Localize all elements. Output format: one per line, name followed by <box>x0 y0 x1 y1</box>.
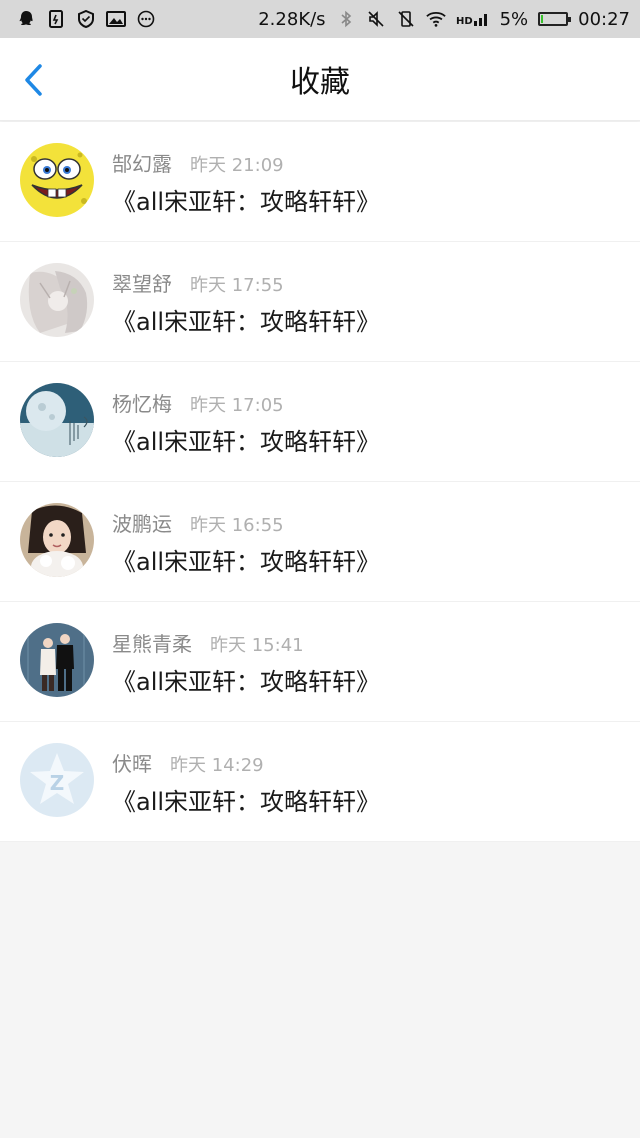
svg-text:HD: HD <box>456 16 473 27</box>
item-title: 《all宋亚轩：攻略轩轩》 <box>112 308 381 336</box>
item-meta: 波鹏运 昨天 16:55 <box>112 508 284 537</box>
spongebob-avatar <box>20 143 94 217</box>
item-time: 昨天 14:29 <box>170 755 264 776</box>
item-time: 昨天 15:41 <box>210 635 304 656</box>
item-title: 《all宋亚轩：攻略轩轩》 <box>112 668 381 696</box>
list-item[interactable]: Z 伏晖 昨天 14:29 《all宋亚轩：攻略轩轩》 <box>0 722 640 842</box>
item-title: 《all宋亚轩：攻略轩轩》 <box>112 788 381 816</box>
network-speed: 2.28K/s <box>258 8 326 30</box>
list-item[interactable]: 波鹏运 昨天 16:55 《all宋亚轩：攻略轩轩》 <box>0 482 640 602</box>
sim-card-icon <box>46 9 66 29</box>
item-meta: 伏晖 昨天 14:29 <box>112 748 264 777</box>
qq-icon <box>16 9 36 29</box>
item-meta: 翠望舒 昨天 17:55 <box>112 268 284 297</box>
anime-avatar <box>20 263 94 337</box>
mute-icon <box>366 9 386 29</box>
item-time: 昨天 17:55 <box>190 275 284 296</box>
svg-text:Z: Z <box>50 771 65 795</box>
item-title: 《all宋亚轩：攻略轩轩》 <box>112 188 381 216</box>
more-dots-icon <box>136 9 156 29</box>
girl-avatar <box>20 503 94 577</box>
favorites-list: 郜幻露 昨天 21:09 《all宋亚轩：攻略轩轩》 翠望舒 昨天 17:55 … <box>0 122 640 842</box>
status-bar: 2.28K/s HD 5% 00:27 <box>0 0 640 38</box>
item-author: 郜幻露 <box>112 152 172 176</box>
item-author: 伏晖 <box>112 752 152 776</box>
list-item[interactable]: 星熊青柔 昨天 15:41 《all宋亚轩：攻略轩轩》 <box>0 602 640 722</box>
page-title: 收藏 <box>290 65 350 100</box>
item-title: 《all宋亚轩：攻略轩轩》 <box>112 428 381 456</box>
item-time: 昨天 21:09 <box>190 155 284 176</box>
item-meta: 星熊青柔 昨天 15:41 <box>112 628 304 657</box>
clock: 00:27 <box>578 8 630 30</box>
item-author: 波鹏运 <box>112 512 172 536</box>
battery-percent: 5% <box>499 8 529 30</box>
couple-avatar <box>20 623 94 697</box>
item-author: 翠望舒 <box>112 272 172 296</box>
status-bar-right: 2.28K/s HD 5% 00:27 <box>258 9 630 30</box>
item-author: 星熊青柔 <box>112 632 192 656</box>
item-author: 杨忆梅 <box>112 392 172 416</box>
hd-signal-icon: HD <box>456 9 490 29</box>
list-item[interactable]: 翠望舒 昨天 17:55 《all宋亚轩：攻略轩轩》 <box>0 242 640 362</box>
item-meta: 杨忆梅 昨天 17:05 <box>112 388 284 417</box>
item-title: 《all宋亚轩：攻略轩轩》 <box>112 548 381 576</box>
wifi-icon <box>425 9 446 29</box>
list-item[interactable]: 郜幻露 昨天 21:09 《all宋亚轩：攻略轩轩》 <box>0 122 640 242</box>
vibrate-off-icon <box>396 9 416 29</box>
list-item[interactable]: 杨忆梅 昨天 17:05 《all宋亚轩：攻略轩轩》 <box>0 362 640 482</box>
status-bar-left <box>16 9 156 29</box>
item-time: 昨天 17:05 <box>190 395 284 416</box>
item-time: 昨天 16:55 <box>190 515 284 536</box>
qzone-default-avatar: Z <box>20 743 94 817</box>
shield-icon <box>76 9 96 29</box>
battery-icon <box>538 12 572 26</box>
bluetooth-icon <box>336 9 356 29</box>
image-icon <box>106 9 126 29</box>
item-meta: 郜幻露 昨天 21:09 <box>112 148 284 177</box>
nav-bar: 收藏 <box>0 38 640 121</box>
moon-avatar <box>20 383 94 457</box>
